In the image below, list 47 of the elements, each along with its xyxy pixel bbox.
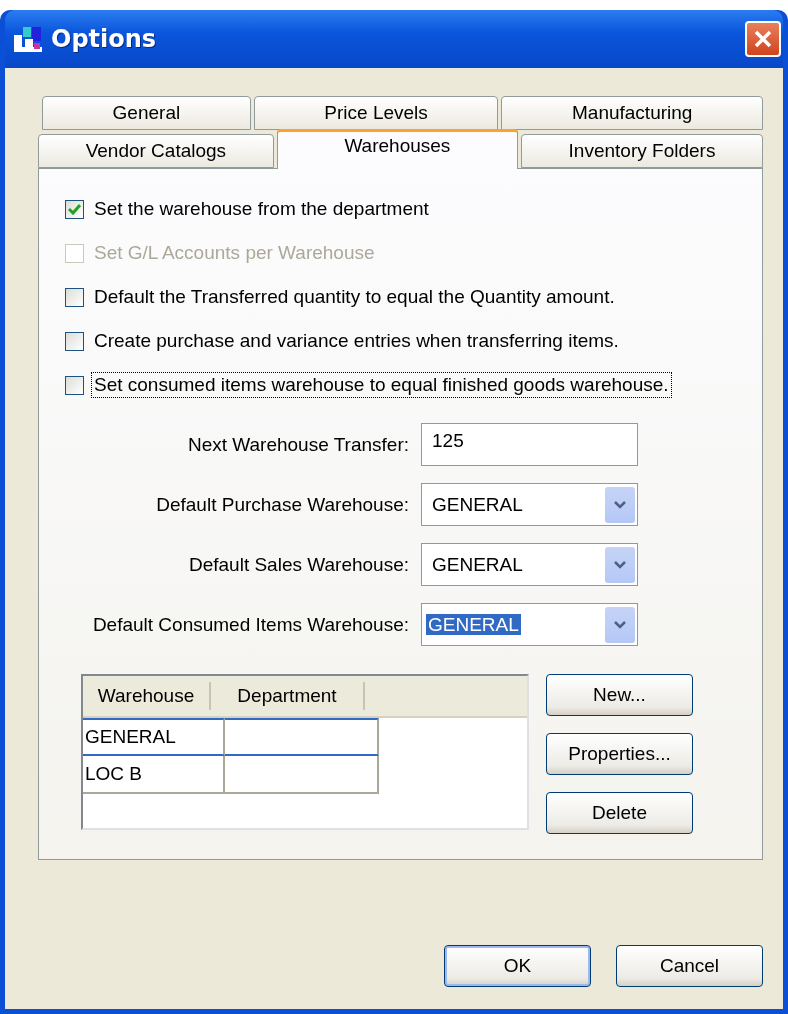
action-button[interactable]: Properties...: [546, 733, 693, 775]
dropdown[interactable]: GENERAL: [421, 483, 638, 526]
checkbox-label[interactable]: Default the Transferred quantity to equal the Quantity amount.: [92, 285, 617, 309]
field-label: Default Purchase Warehouse:: [155, 493, 409, 516]
dropdown-value: GENERAL: [431, 553, 524, 575]
chevron-down-icon: [613, 619, 627, 630]
checkbox[interactable]: [65, 331, 84, 351]
app-icon: [13, 25, 43, 53]
checkbox[interactable]: [65, 375, 84, 395]
table-cell: GENERAL: [83, 718, 225, 756]
checkbox[interactable]: [65, 287, 84, 307]
dropdown-button[interactable]: [605, 546, 635, 583]
checkbox-label[interactable]: Create purchase and variance entries when transferring items.: [92, 329, 621, 353]
tab[interactable]: Manufacturing: [501, 96, 763, 130]
checkbox[interactable]: [65, 199, 84, 219]
column-header[interactable]: Warehouse: [83, 682, 211, 710]
table-cell: LOC B: [83, 756, 225, 794]
chevron-down-icon: [613, 559, 627, 570]
dropdown-value: GENERAL: [431, 493, 524, 515]
tab[interactable]: Price Levels: [253, 96, 499, 130]
action-button[interactable]: Delete: [546, 792, 693, 834]
chevron-down-icon: [613, 499, 627, 510]
grid-row[interactable]: GENERAL: [83, 718, 527, 756]
checkmark-icon: [68, 203, 81, 215]
field-label: Default Sales Warehouse:: [187, 553, 409, 576]
tab[interactable]: Vendor Catalogs: [38, 134, 274, 168]
action-button[interactable]: New...: [546, 674, 693, 716]
dropdown-value: GENERAL: [426, 613, 521, 635]
dialog-button[interactable]: OK: [444, 945, 591, 987]
grid-row[interactable]: LOC B: [83, 756, 527, 794]
column-header[interactable]: Department: [211, 682, 365, 710]
tab[interactable]: Inventory Folders: [520, 134, 763, 168]
tab[interactable]: General: [42, 96, 251, 130]
close-icon: [753, 29, 773, 49]
dropdown[interactable]: GENERAL: [421, 543, 638, 586]
dropdown-button[interactable]: [605, 606, 635, 643]
checkbox-label[interactable]: Set consumed items warehouse to equal finished goods warehouse.: [92, 373, 671, 397]
field-label: Next Warehouse Transfer:: [186, 433, 409, 456]
dropdown-button[interactable]: [605, 486, 635, 523]
window-title: Options: [51, 25, 158, 53]
field-label: Default Consumed Items Warehouse:: [91, 613, 409, 636]
dialog-button[interactable]: Cancel: [616, 945, 763, 987]
close-button[interactable]: [745, 21, 781, 57]
tab[interactable]: Warehouses: [276, 129, 518, 169]
input-field[interactable]: 125: [421, 423, 638, 466]
checkbox-label[interactable]: Set the warehouse from the department: [92, 197, 431, 221]
dropdown[interactable]: GENERAL: [421, 603, 638, 646]
